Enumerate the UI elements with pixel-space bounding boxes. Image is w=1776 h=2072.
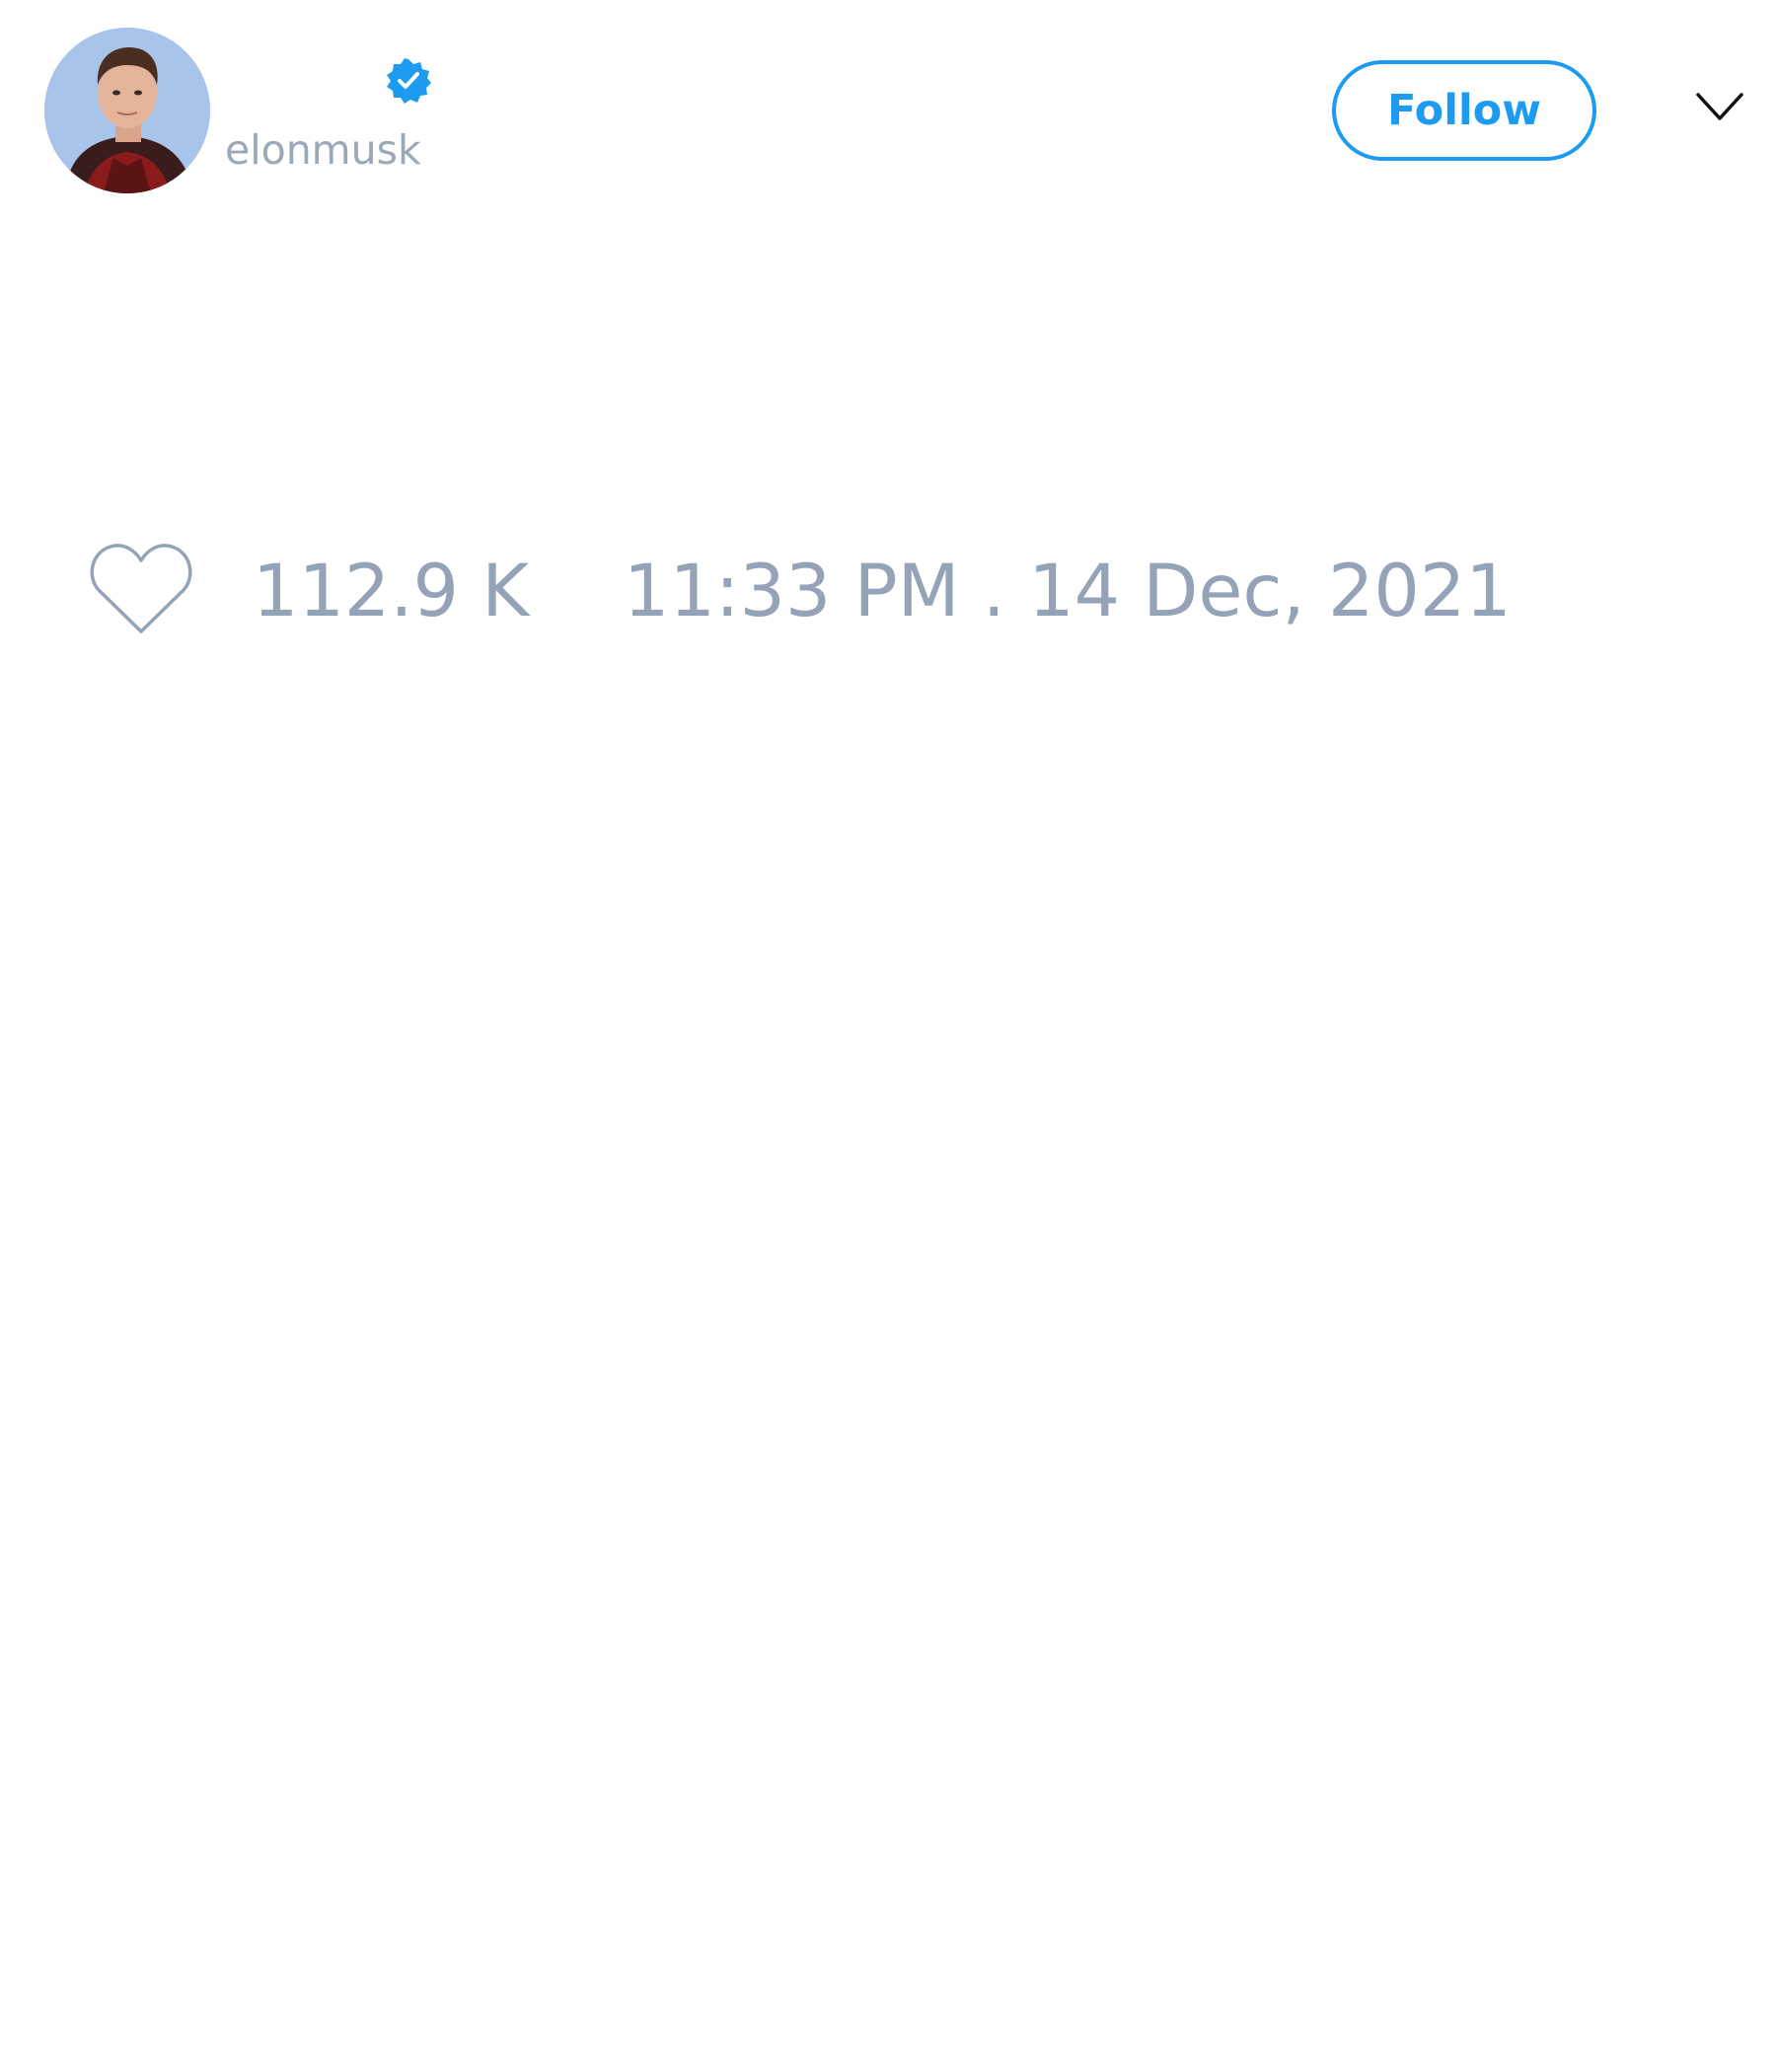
- follow-button[interactable]: Follow: [1332, 60, 1596, 161]
- chevron-down-icon[interactable]: [1695, 91, 1744, 124]
- verified-badge-icon: [385, 57, 432, 105]
- heart-icon: [90, 544, 192, 633]
- user-handle[interactable]: elonmusk: [225, 125, 421, 175]
- like-button[interactable]: [89, 541, 193, 637]
- tweet-card: elonmusk Follow 112.9 K 11:33 PM . 14 De…: [0, 0, 1776, 2072]
- avatar[interactable]: [44, 28, 210, 193]
- like-count: 112.9 K: [253, 550, 530, 633]
- tweet-timestamp[interactable]: 11:33 PM . 14 Dec, 2021: [624, 548, 1512, 636]
- avatar-image: [44, 28, 210, 193]
